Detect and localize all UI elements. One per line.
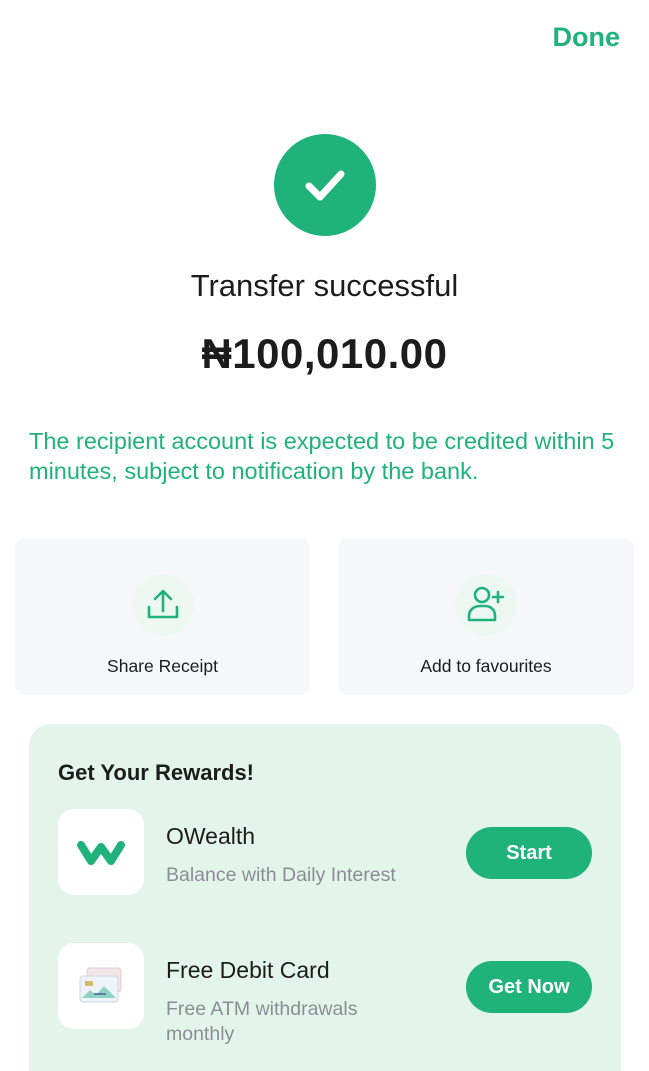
reward-item-owealth: OWealth Balance with Daily Interest Star…	[58, 809, 592, 909]
rewards-panel: Get Your Rewards! OWealth Balance with D…	[29, 724, 621, 1071]
share-receipt-label: Share Receipt	[107, 656, 218, 676]
add-to-favourites-button[interactable]: Add to favourites	[338, 538, 634, 695]
transfer-amount: ₦100,010.00	[201, 330, 448, 377]
share-receipt-button[interactable]: Share Receipt	[15, 538, 310, 695]
credit-notice: The recipient account is expected to be …	[29, 428, 615, 484]
success-check-icon	[274, 134, 376, 236]
get-now-button[interactable]: Get Now	[466, 961, 592, 1013]
add-to-favourites-label: Add to favourites	[420, 656, 552, 676]
debit-card-icon	[58, 943, 144, 1029]
upload-share-icon	[131, 574, 194, 636]
rewards-title: Get Your Rewards!	[58, 760, 255, 785]
owealth-logo-icon	[58, 809, 144, 895]
status-title: Transfer successful	[190, 268, 459, 303]
reward-description: Balance with Daily Interest	[166, 864, 396, 886]
done-button[interactable]: Done	[553, 22, 621, 53]
start-button[interactable]: Start	[466, 827, 592, 879]
add-user-icon	[455, 574, 517, 636]
reward-name: Free Debit Card	[166, 957, 330, 983]
reward-item-debit-card: Free Debit Card Free ATM withdrawals mon…	[58, 943, 592, 1045]
reward-description: Free ATM withdrawals monthly	[166, 998, 358, 1045]
reward-name: OWealth	[166, 823, 256, 849]
